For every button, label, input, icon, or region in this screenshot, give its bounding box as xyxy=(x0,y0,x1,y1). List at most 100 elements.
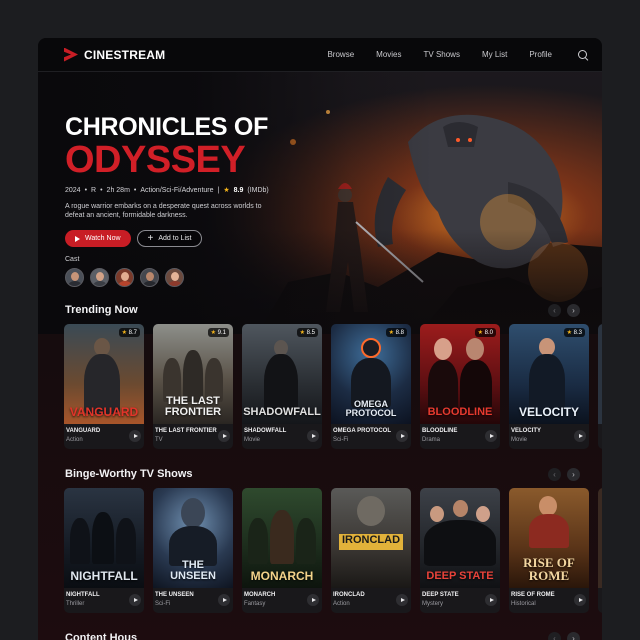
tvshows-row: NIGHTFALL NIGHTFALL Thriller THE UNSEEN … xyxy=(64,488,602,613)
hero-actions: Watch Now + Add to List xyxy=(65,230,285,247)
star-icon: ★ xyxy=(566,330,572,336)
play-icon[interactable] xyxy=(574,594,586,606)
poster-image: DEEP STATE xyxy=(420,488,500,588)
show-card-partial[interactable] xyxy=(598,488,602,613)
cast-avatar[interactable] xyxy=(65,268,84,287)
card-genre: Drama xyxy=(422,437,441,443)
cast-avatar[interactable] xyxy=(115,268,134,287)
hero-year: 2024 xyxy=(65,186,81,194)
poster-title: IRONCLAD xyxy=(341,534,401,546)
poster-image: IRONCLAD xyxy=(331,488,411,588)
show-card[interactable]: THE UNSEEN THE UNSEEN Sci-Fi xyxy=(153,488,233,613)
show-card[interactable]: DEEP STATE DEEP STATE Mystery xyxy=(420,488,500,613)
movie-card[interactable]: VELOCITY ★ 8.3 VELOCITY Movie xyxy=(509,324,589,449)
card-genre: Action xyxy=(66,437,83,443)
poster-title: THE UNSEEN xyxy=(170,559,216,582)
poster-image: THE UNSEEN xyxy=(153,488,233,588)
play-icon[interactable] xyxy=(396,430,408,442)
show-card[interactable]: NIGHTFALL NIGHTFALL Thriller xyxy=(64,488,144,613)
chevron-left-icon[interactable]: ‹ xyxy=(548,468,561,481)
poster-title: SHADOWFALL xyxy=(243,406,321,418)
poster-image: THE LAST FRONTIER xyxy=(153,324,233,424)
movie-card[interactable]: VANGUARD ★ 8.7 VANGUARD Action xyxy=(64,324,144,449)
play-icon xyxy=(75,235,80,242)
poster-title: VANGUARD xyxy=(69,405,139,419)
meta-dot: • xyxy=(100,186,103,194)
trending-carousel-arrows: ‹ › xyxy=(548,304,580,317)
play-icon[interactable] xyxy=(218,594,230,606)
play-icon[interactable] xyxy=(307,430,319,442)
poster-title: OMEGA PROTOCOL xyxy=(345,399,397,418)
plus-icon: + xyxy=(147,232,154,244)
show-card[interactable]: MONARCH MONARCH Fantasy xyxy=(242,488,322,613)
movie-card[interactable]: BLOODLINE ★ 8.0 BLOODLINE Drama xyxy=(420,324,500,449)
poster-image: VELOCITY xyxy=(509,324,589,424)
cast-label: Cast xyxy=(65,256,80,263)
poster-title: THE LAST FRONTIER xyxy=(164,395,222,418)
movie-card-partial[interactable] xyxy=(598,324,602,449)
watch-now-button[interactable]: Watch Now xyxy=(65,230,131,247)
play-icon[interactable] xyxy=(307,594,319,606)
card-title: RISE OF ROME xyxy=(511,592,555,598)
card-genre: Thriller xyxy=(66,601,85,607)
section-title-trending: Trending Now xyxy=(65,304,138,316)
hero-age-rating: R xyxy=(91,186,97,194)
hero-meta: 2024 • R • 2h 28m • Action/Sci-Fi/Advent… xyxy=(65,186,285,195)
add-to-list-button[interactable]: + Add to List xyxy=(136,230,203,247)
rating-badge: ★ 8.0 xyxy=(474,328,496,337)
rating-badge: ★ 8.8 xyxy=(385,328,407,337)
cast-avatar[interactable] xyxy=(90,268,109,287)
hero-genres: Action/Sci-Fi/Adventure xyxy=(140,186,214,194)
brand-logo[interactable]: CINESTREAM xyxy=(64,47,165,62)
poster-image xyxy=(598,488,602,588)
cast-avatar[interactable] xyxy=(165,268,184,287)
card-title: DEEP STATE xyxy=(422,592,459,598)
show-card[interactable]: RISE OF ROME RISE OF ROME Historical xyxy=(509,488,589,613)
card-genre: Action xyxy=(333,601,350,607)
hero-banner: CHRONICLES OF ODYSSEY 2024 • R • 2h 28m … xyxy=(38,72,602,334)
app-window: CINESTREAM Browse Movies TV Shows My Lis… xyxy=(38,38,602,640)
card-title: IRONCLAD xyxy=(333,592,365,598)
hero-description: A rogue warrior embarks on a desperate q… xyxy=(65,203,262,219)
nav-browse[interactable]: Browse xyxy=(327,50,354,59)
star-icon: ★ xyxy=(299,330,305,336)
nav-profile[interactable]: Profile xyxy=(529,50,552,59)
chevron-left-icon[interactable]: ‹ xyxy=(548,304,561,317)
nav-movies[interactable]: Movies xyxy=(376,50,401,59)
cast-avatar[interactable] xyxy=(140,268,159,287)
play-icon[interactable] xyxy=(485,430,497,442)
poster-title: VELOCITY xyxy=(518,405,579,419)
add-to-list-label: Add to List xyxy=(158,235,192,242)
play-icon[interactable] xyxy=(485,594,497,606)
play-icon[interactable] xyxy=(574,430,586,442)
hero-duration: 2h 28m xyxy=(106,186,130,194)
hero-score-source: (IMDb) xyxy=(247,186,269,194)
card-title: THE UNSEEN xyxy=(155,592,194,598)
play-icon[interactable] xyxy=(129,594,141,606)
poster-image: SHADOWFALL xyxy=(242,324,322,424)
trending-row: VANGUARD ★ 8.7 VANGUARD Action THE LAST … xyxy=(64,324,602,449)
movie-card[interactable]: SHADOWFALL ★ 8.5 SHADOWFALL Movie xyxy=(242,324,322,449)
movie-card[interactable]: OMEGA PROTOCOL ★ 8.8 OMEGA PROTOCOL Sci-… xyxy=(331,324,411,449)
search-icon[interactable] xyxy=(578,49,588,60)
chevron-right-icon[interactable]: › xyxy=(567,632,580,640)
nav-my-list[interactable]: My List xyxy=(482,50,507,59)
hero-title-line2: ODYSSEY xyxy=(65,139,246,181)
card-genre: Mystery xyxy=(422,601,443,607)
rating-badge: ★ 8.5 xyxy=(296,328,318,337)
play-icon[interactable] xyxy=(129,430,141,442)
nav-tv-shows[interactable]: TV Shows xyxy=(424,50,460,59)
rating-badge: ★ 8.3 xyxy=(563,328,585,337)
card-genre: Historical xyxy=(511,601,536,607)
chevron-left-icon[interactable]: ‹ xyxy=(548,632,561,640)
play-icon[interactable] xyxy=(396,594,408,606)
play-icon[interactable] xyxy=(218,430,230,442)
poster-title: MONARCH xyxy=(250,569,314,583)
show-card[interactable]: IRONCLAD IRONCLAD Action xyxy=(331,488,411,613)
movie-card[interactable]: THE LAST FRONTIER ★ 9.1 THE LAST FRONTIE… xyxy=(153,324,233,449)
poster-title: DEEP STATE xyxy=(426,570,494,582)
chevron-right-icon[interactable]: › xyxy=(567,304,580,317)
logo-icon xyxy=(64,47,78,62)
chevron-right-icon[interactable]: › xyxy=(567,468,580,481)
star-icon: ★ xyxy=(388,330,394,336)
